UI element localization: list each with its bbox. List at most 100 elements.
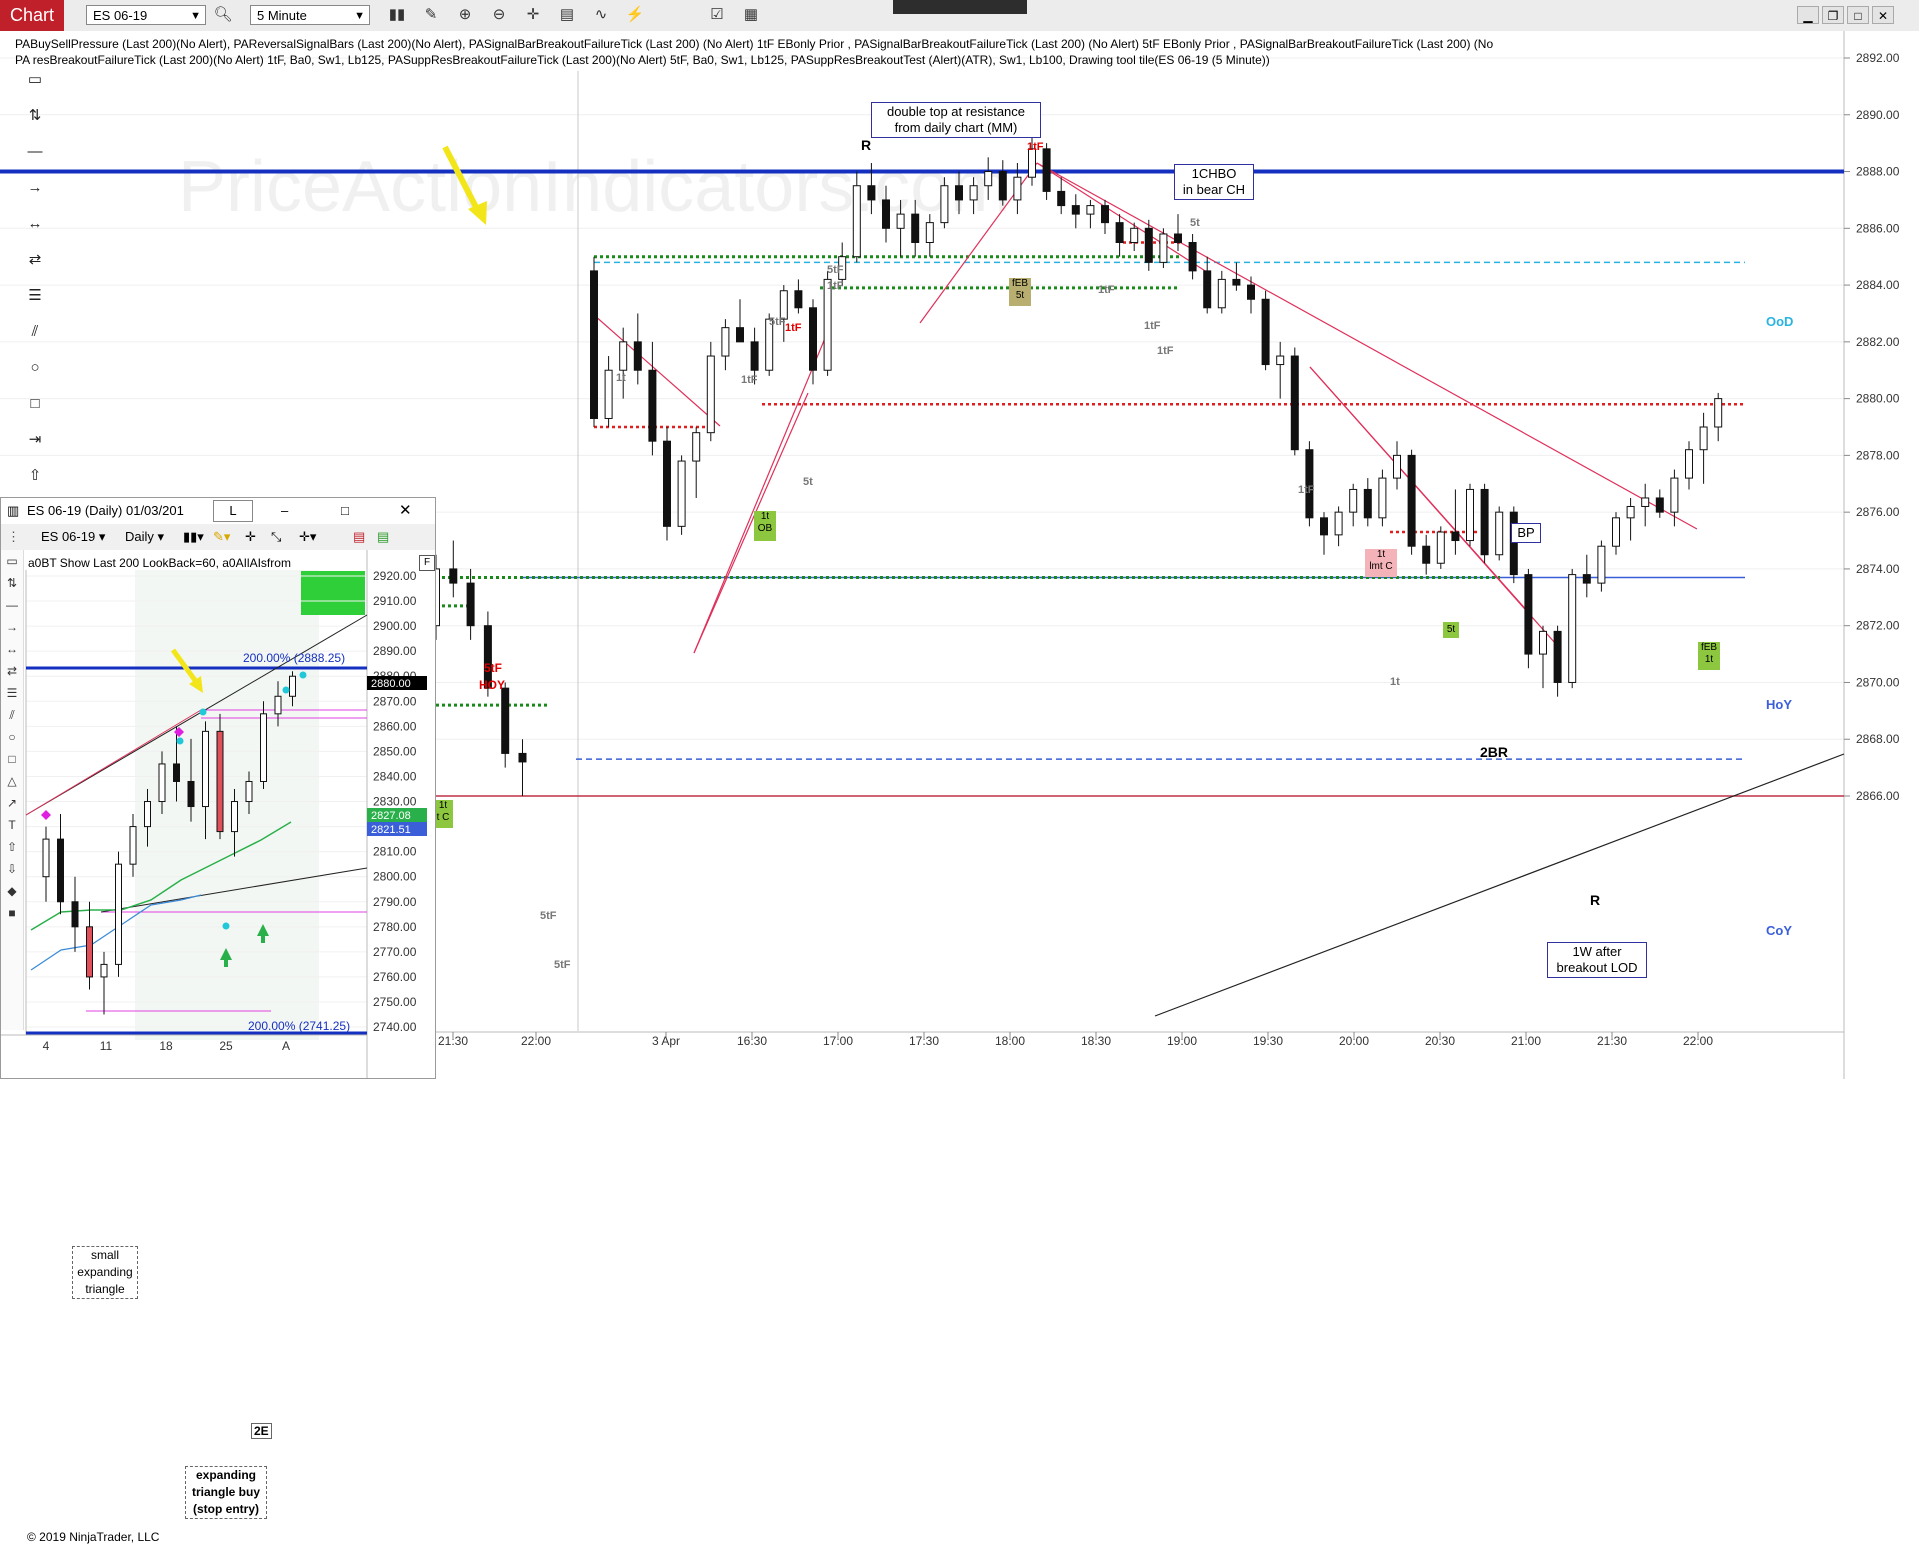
region-icon[interactable]: ⇥ xyxy=(17,425,53,455)
time-tick-label: 19:30 xyxy=(1253,1034,1283,1048)
templates-icon[interactable]: ▦ xyxy=(740,4,762,26)
annotation-text: breakout LOD xyxy=(1556,960,1638,975)
zoom-icon[interactable]: ⤡ xyxy=(271,524,281,550)
crosshair-menu-icon[interactable]: ✛▾ xyxy=(299,524,316,550)
daily-interval-selector[interactable]: Daily ▾ xyxy=(125,524,164,550)
time-tick-label: 17:00 xyxy=(823,1034,853,1048)
candle-body xyxy=(633,341,642,371)
hoy-red-label: HOY xyxy=(479,678,506,692)
price-tick-label: 2750.00 xyxy=(373,995,417,1009)
tag-text: fEB xyxy=(1011,278,1029,289)
candle-body xyxy=(1495,511,1504,556)
maximize-icon[interactable]: □ xyxy=(341,498,349,524)
candle-body xyxy=(955,185,963,201)
interval-selector[interactable]: 5 Minute ▼ xyxy=(250,5,370,25)
minimize-icon[interactable]: – xyxy=(281,498,288,524)
candle-body xyxy=(100,963,108,978)
zoom-in-icon[interactable]: ⊕ xyxy=(454,4,476,26)
horizontal-lines-icon[interactable]: ☰ xyxy=(17,281,53,311)
signal-label: 1tF xyxy=(1144,320,1161,332)
close-icon[interactable]: ✕ xyxy=(399,498,412,524)
time-tick-label: 21:00 xyxy=(1511,1034,1541,1048)
pencil-icon[interactable]: ✎ xyxy=(420,4,442,26)
indicators-icon[interactable]: ▤ xyxy=(353,524,365,550)
daily-instrument-value: ES 06-19 xyxy=(41,529,96,544)
pencil-icon[interactable]: ✎▾ xyxy=(213,524,230,550)
crosshair-icon[interactable]: ✛ xyxy=(245,524,256,550)
restore-icon[interactable]: ❐ xyxy=(1822,6,1844,24)
candle-body xyxy=(1714,398,1723,428)
price-tick-label: 2800.00 xyxy=(373,870,417,884)
close-icon[interactable]: ✕ xyxy=(1872,6,1894,24)
arrow-up-icon[interactable]: ⇧ xyxy=(17,461,53,491)
tag-text: 5t xyxy=(1015,290,1025,301)
ma2-price-tag: 2821.51 xyxy=(371,824,411,836)
candle-body xyxy=(1363,488,1372,519)
title-handle[interactable] xyxy=(893,0,1027,14)
parallel-lines-icon[interactable]: ⫽ xyxy=(17,317,53,347)
candle-body xyxy=(129,826,137,865)
price-tick-label: 2780.00 xyxy=(373,920,417,934)
tab-l[interactable]: L xyxy=(213,500,253,522)
interval-value: 5 Minute xyxy=(257,8,307,23)
candle-body xyxy=(706,355,715,434)
candle-body xyxy=(1349,488,1358,513)
rectangle-icon[interactable]: □ xyxy=(17,389,53,419)
chevron-down-icon: ▼ xyxy=(354,10,365,22)
indicators-icon[interactable]: ∿ xyxy=(590,4,612,26)
candle-body xyxy=(867,185,876,201)
daily-price-chart[interactable]: 2920.00 2910.00 2900.00 2890.00 2880.00 2870.… xyxy=(1,550,435,1078)
price-tick-label: 2882.00 xyxy=(1856,335,1900,349)
chart-tab[interactable]: Chart xyxy=(0,0,64,31)
daily-window-titlebar[interactable]: ▥ ES 06-19 (Daily) 01/03/201 L – □ ✕ xyxy=(1,498,435,525)
time-tick-label: 20:00 xyxy=(1339,1034,1369,1048)
ray-icon[interactable]: → xyxy=(17,173,53,203)
price-tick-label: 2810.00 xyxy=(373,845,417,859)
arrow-line-icon[interactable]: ⇄ xyxy=(17,245,53,275)
risk-reward-icon[interactable]: ⇅ xyxy=(17,101,53,131)
line-icon[interactable]: — xyxy=(17,137,53,167)
signal-label: 1tF xyxy=(1298,484,1315,496)
note-text: triangle xyxy=(85,1282,125,1296)
candle-body xyxy=(1115,222,1124,243)
candle-body xyxy=(216,730,224,833)
candle-body xyxy=(86,926,93,978)
ruler-icon[interactable]: ▭ xyxy=(17,65,53,95)
candle-body xyxy=(896,213,905,229)
zoom-out-icon[interactable]: ⊖ xyxy=(488,4,510,26)
strategies-icon[interactable]: ▤ xyxy=(377,524,389,550)
level-200b-label: 200.00% (2741.25) xyxy=(248,1019,350,1033)
feb-1t-tag: fEB 1t xyxy=(1698,642,1720,670)
f-button[interactable]: F xyxy=(419,555,435,571)
strategies-icon[interactable]: ⚡ xyxy=(624,4,646,26)
candle-body xyxy=(71,901,79,928)
search-icon[interactable]: 🔍︎ xyxy=(212,4,234,26)
maximize-icon[interactable]: □ xyxy=(1847,6,1869,24)
candle-body xyxy=(823,278,832,371)
price-tick-label: 2886.00 xyxy=(1856,221,1900,235)
candle-body xyxy=(1685,449,1693,479)
double-top-annotation: double top at resistance from daily char… xyxy=(871,102,1041,138)
bar-type-icon[interactable]: ▮▮ xyxy=(386,4,408,26)
candle-body xyxy=(882,199,890,229)
time-tick-label: 11 xyxy=(100,1039,113,1053)
candle-body xyxy=(57,838,64,903)
crosshair-icon[interactable]: ✛ xyxy=(522,4,544,26)
candle-body xyxy=(736,327,744,343)
price-tick-label: 2870.00 xyxy=(373,694,417,708)
bar-type-icon[interactable]: ▮▮▾ xyxy=(183,524,204,550)
instrument-selector[interactable]: ES 06-19 ▼ xyxy=(86,5,206,25)
daily-instrument-selector[interactable]: ES 06-19 ▾ xyxy=(41,524,105,550)
price-tick-label: 2920.00 xyxy=(373,569,417,583)
time-tick-label: 18:00 xyxy=(995,1034,1025,1048)
data-box-icon[interactable]: ▤ xyxy=(556,4,578,26)
properties-icon[interactable]: ☑ xyxy=(706,4,728,26)
ellipse-icon[interactable]: ○ xyxy=(17,353,53,383)
candle-body xyxy=(750,341,759,371)
extended-line-icon[interactable]: ↔ xyxy=(17,209,53,239)
time-tick-label: 21:30 xyxy=(438,1034,468,1048)
daily-chart-window[interactable]: ▥ ES 06-19 (Daily) 01/03/201 L – □ ✕ ⋮ E… xyxy=(0,497,436,1544)
candle-body xyxy=(1028,148,1036,178)
minimize-icon[interactable]: ▁ xyxy=(1797,6,1819,24)
candle-body xyxy=(1480,488,1489,556)
